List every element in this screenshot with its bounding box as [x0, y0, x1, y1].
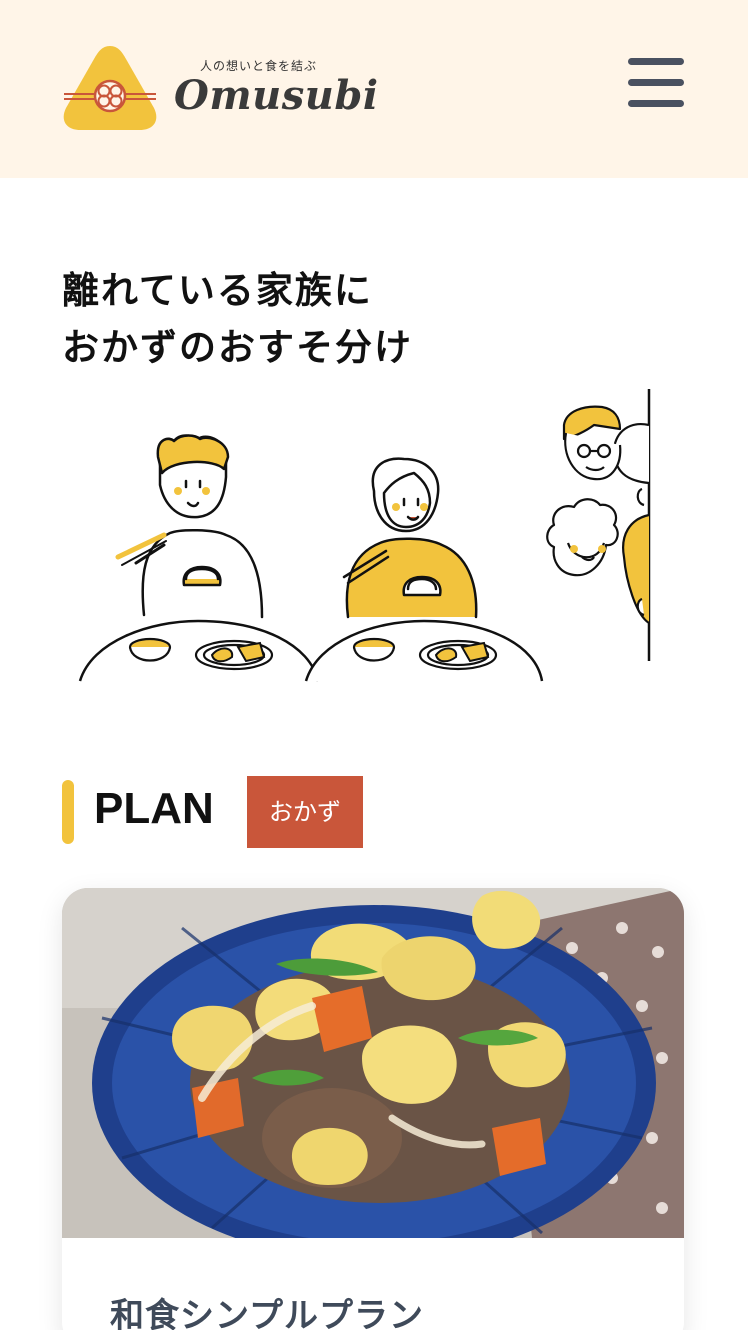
onigiri-logo-icon: [63, 46, 157, 130]
hero-title-line: 離れている家族に: [62, 269, 373, 312]
site-header: 人の想いと食を結ぶ Omusubi: [0, 0, 748, 178]
plan-section-heading: PLAN おかず: [62, 776, 382, 848]
hero-title: 離れている家族に おかずのおすそ分け: [62, 262, 413, 376]
hamburger-menu-icon: [628, 58, 684, 65]
hamburger-menu-button[interactable]: [626, 56, 686, 112]
hero-title-line: おかずのおすそ分け: [62, 326, 413, 369]
plan-card-title: 和食シンプルプラン: [110, 1296, 424, 1330]
logo-wordmark: Omusubi: [174, 72, 379, 119]
site-logo[interactable]: 人の想いと食を結ぶ Omusubi: [62, 42, 378, 132]
plan-card[interactable]: 和食シンプルプラン: [62, 888, 684, 1330]
family-dining-illustration: [78, 389, 651, 682]
hamburger-menu-icon-bar: [628, 100, 684, 107]
plan-label: PLAN: [94, 784, 214, 833]
heading-accent-bar: [62, 780, 74, 844]
nikujaga-dish-photo: [62, 888, 684, 1238]
hamburger-menu-icon-bar: [628, 79, 684, 86]
plan-category-tag: おかず: [247, 776, 363, 848]
